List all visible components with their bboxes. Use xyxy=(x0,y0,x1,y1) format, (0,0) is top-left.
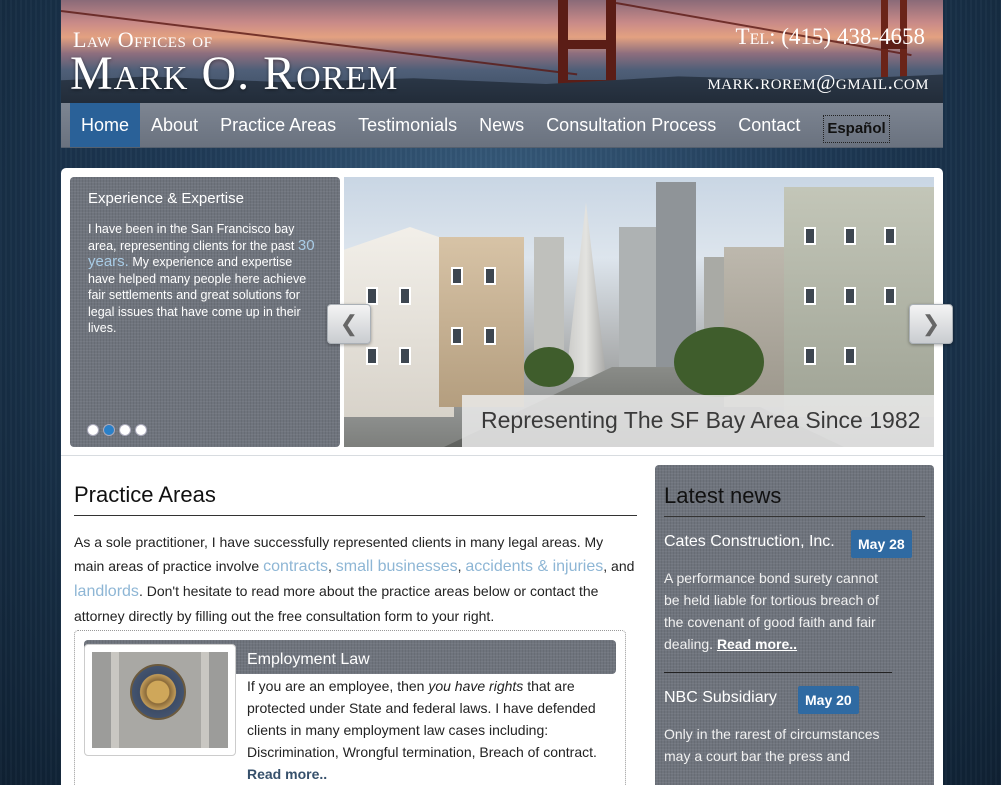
link-accidents-injuries[interactable]: accidents & injuries xyxy=(465,558,603,575)
practice-sep-3: , and xyxy=(603,558,635,574)
news-separator xyxy=(664,672,892,673)
slider-dot-3[interactable] xyxy=(119,424,131,436)
tree xyxy=(524,347,574,387)
section-divider xyxy=(61,455,943,456)
latest-news-heading: Latest news xyxy=(664,483,925,517)
phone-number: Tel: (415) 438-4658 xyxy=(735,24,925,49)
practice-areas-intro: As a sole practitioner, I have successfu… xyxy=(74,530,637,628)
victorian-house xyxy=(439,237,524,407)
slider-dot-4[interactable] xyxy=(135,424,147,436)
link-small-businesses[interactable]: small businesses xyxy=(336,558,458,575)
language-toggle-espanol[interactable]: Español xyxy=(823,115,890,143)
practice-areas-section: Practice Areas As a sole practitioner, I… xyxy=(74,482,637,785)
nav-item-news[interactable]: News xyxy=(468,103,535,147)
news-item-body-text: Only in the rarest of circumstances may … xyxy=(664,726,880,764)
chevron-left-icon: ❮ xyxy=(339,311,359,336)
content-panel: Experience & Expertise I have been in th… xyxy=(61,168,953,785)
slider-prev-button[interactable]: ❮ xyxy=(327,304,371,344)
news-item: Cates Construction, Inc. May 28 A perfor… xyxy=(664,530,925,655)
brand-logo-name[interactable]: Mark O. Rorem xyxy=(70,46,398,101)
practice-sep-1: , xyxy=(328,558,332,574)
slider-dot-2[interactable] xyxy=(103,424,115,436)
news-item-body: A performance bond surety cannot be held… xyxy=(664,567,894,655)
practice-intro-2: . Don't hesitate to read more about the … xyxy=(74,583,599,624)
chevron-right-icon: ❯ xyxy=(921,311,941,336)
news-item: NBC Subsidiary May 20 Only in the rarest… xyxy=(664,686,925,767)
link-landlords[interactable]: landlords xyxy=(74,583,139,600)
state-seal-icon xyxy=(130,664,186,720)
email-link[interactable]: mark.rorem@gmail.com xyxy=(707,70,929,95)
link-contracts[interactable]: contracts xyxy=(263,558,328,575)
nav-item-testimonials[interactable]: Testimonials xyxy=(347,103,468,147)
card-text-em: you have rights xyxy=(428,678,524,694)
slider-info-text: I have been in the San Francisco bay are… xyxy=(88,221,322,337)
practice-sep-2: , xyxy=(457,558,462,574)
nav-item-contact[interactable]: Contact xyxy=(727,103,811,147)
slider-caption: Representing The SF Bay Area Since 1982 xyxy=(462,395,934,447)
slider-image-sf-street: Representing The SF Bay Area Since 1982 xyxy=(344,177,934,447)
nav-item-consultation-process[interactable]: Consultation Process xyxy=(535,103,727,147)
slider-info-text-1: I have been in the San Francisco bay are… xyxy=(88,222,295,253)
latest-news-sidebar: Latest news Cates Construction, Inc. May… xyxy=(655,465,934,785)
practice-card-employment-law: Employment Law If you are an employee, t… xyxy=(74,630,626,785)
slider-info-title: Experience & Expertise xyxy=(88,190,244,207)
news-item-title[interactable]: NBC Subsidiary xyxy=(664,689,925,707)
skyline-building xyxy=(619,227,659,377)
news-read-more-link[interactable]: Read more.. xyxy=(717,636,797,652)
news-item-body: Only in the rarest of circumstances may … xyxy=(664,723,894,767)
slider-info-box: Experience & Expertise I have been in th… xyxy=(70,177,340,447)
california-seal-image xyxy=(92,652,228,748)
main-nav: Home About Practice Areas Testimonials N… xyxy=(61,103,943,148)
slider-dot-1[interactable] xyxy=(87,424,99,436)
practice-card-image xyxy=(84,644,236,756)
news-date-badge: May 20 xyxy=(798,686,859,714)
victorian-house xyxy=(784,187,934,417)
slider-dots xyxy=(87,424,147,436)
transamerica-pyramid xyxy=(566,202,606,377)
slider-next-button[interactable]: ❯ xyxy=(909,304,953,344)
tree xyxy=(674,327,764,397)
card-read-more-link[interactable]: Read more.. xyxy=(247,766,327,782)
card-text-1: If you are an employee, then xyxy=(247,678,425,694)
nav-item-about[interactable]: About xyxy=(140,103,209,147)
nav-item-home[interactable]: Home xyxy=(70,103,141,147)
practice-card-text: If you are an employee, then you have ri… xyxy=(247,675,617,785)
news-date-badge: May 28 xyxy=(851,530,912,558)
practice-areas-heading: Practice Areas xyxy=(74,482,637,516)
nav-item-practice-areas[interactable]: Practice Areas xyxy=(209,103,347,147)
